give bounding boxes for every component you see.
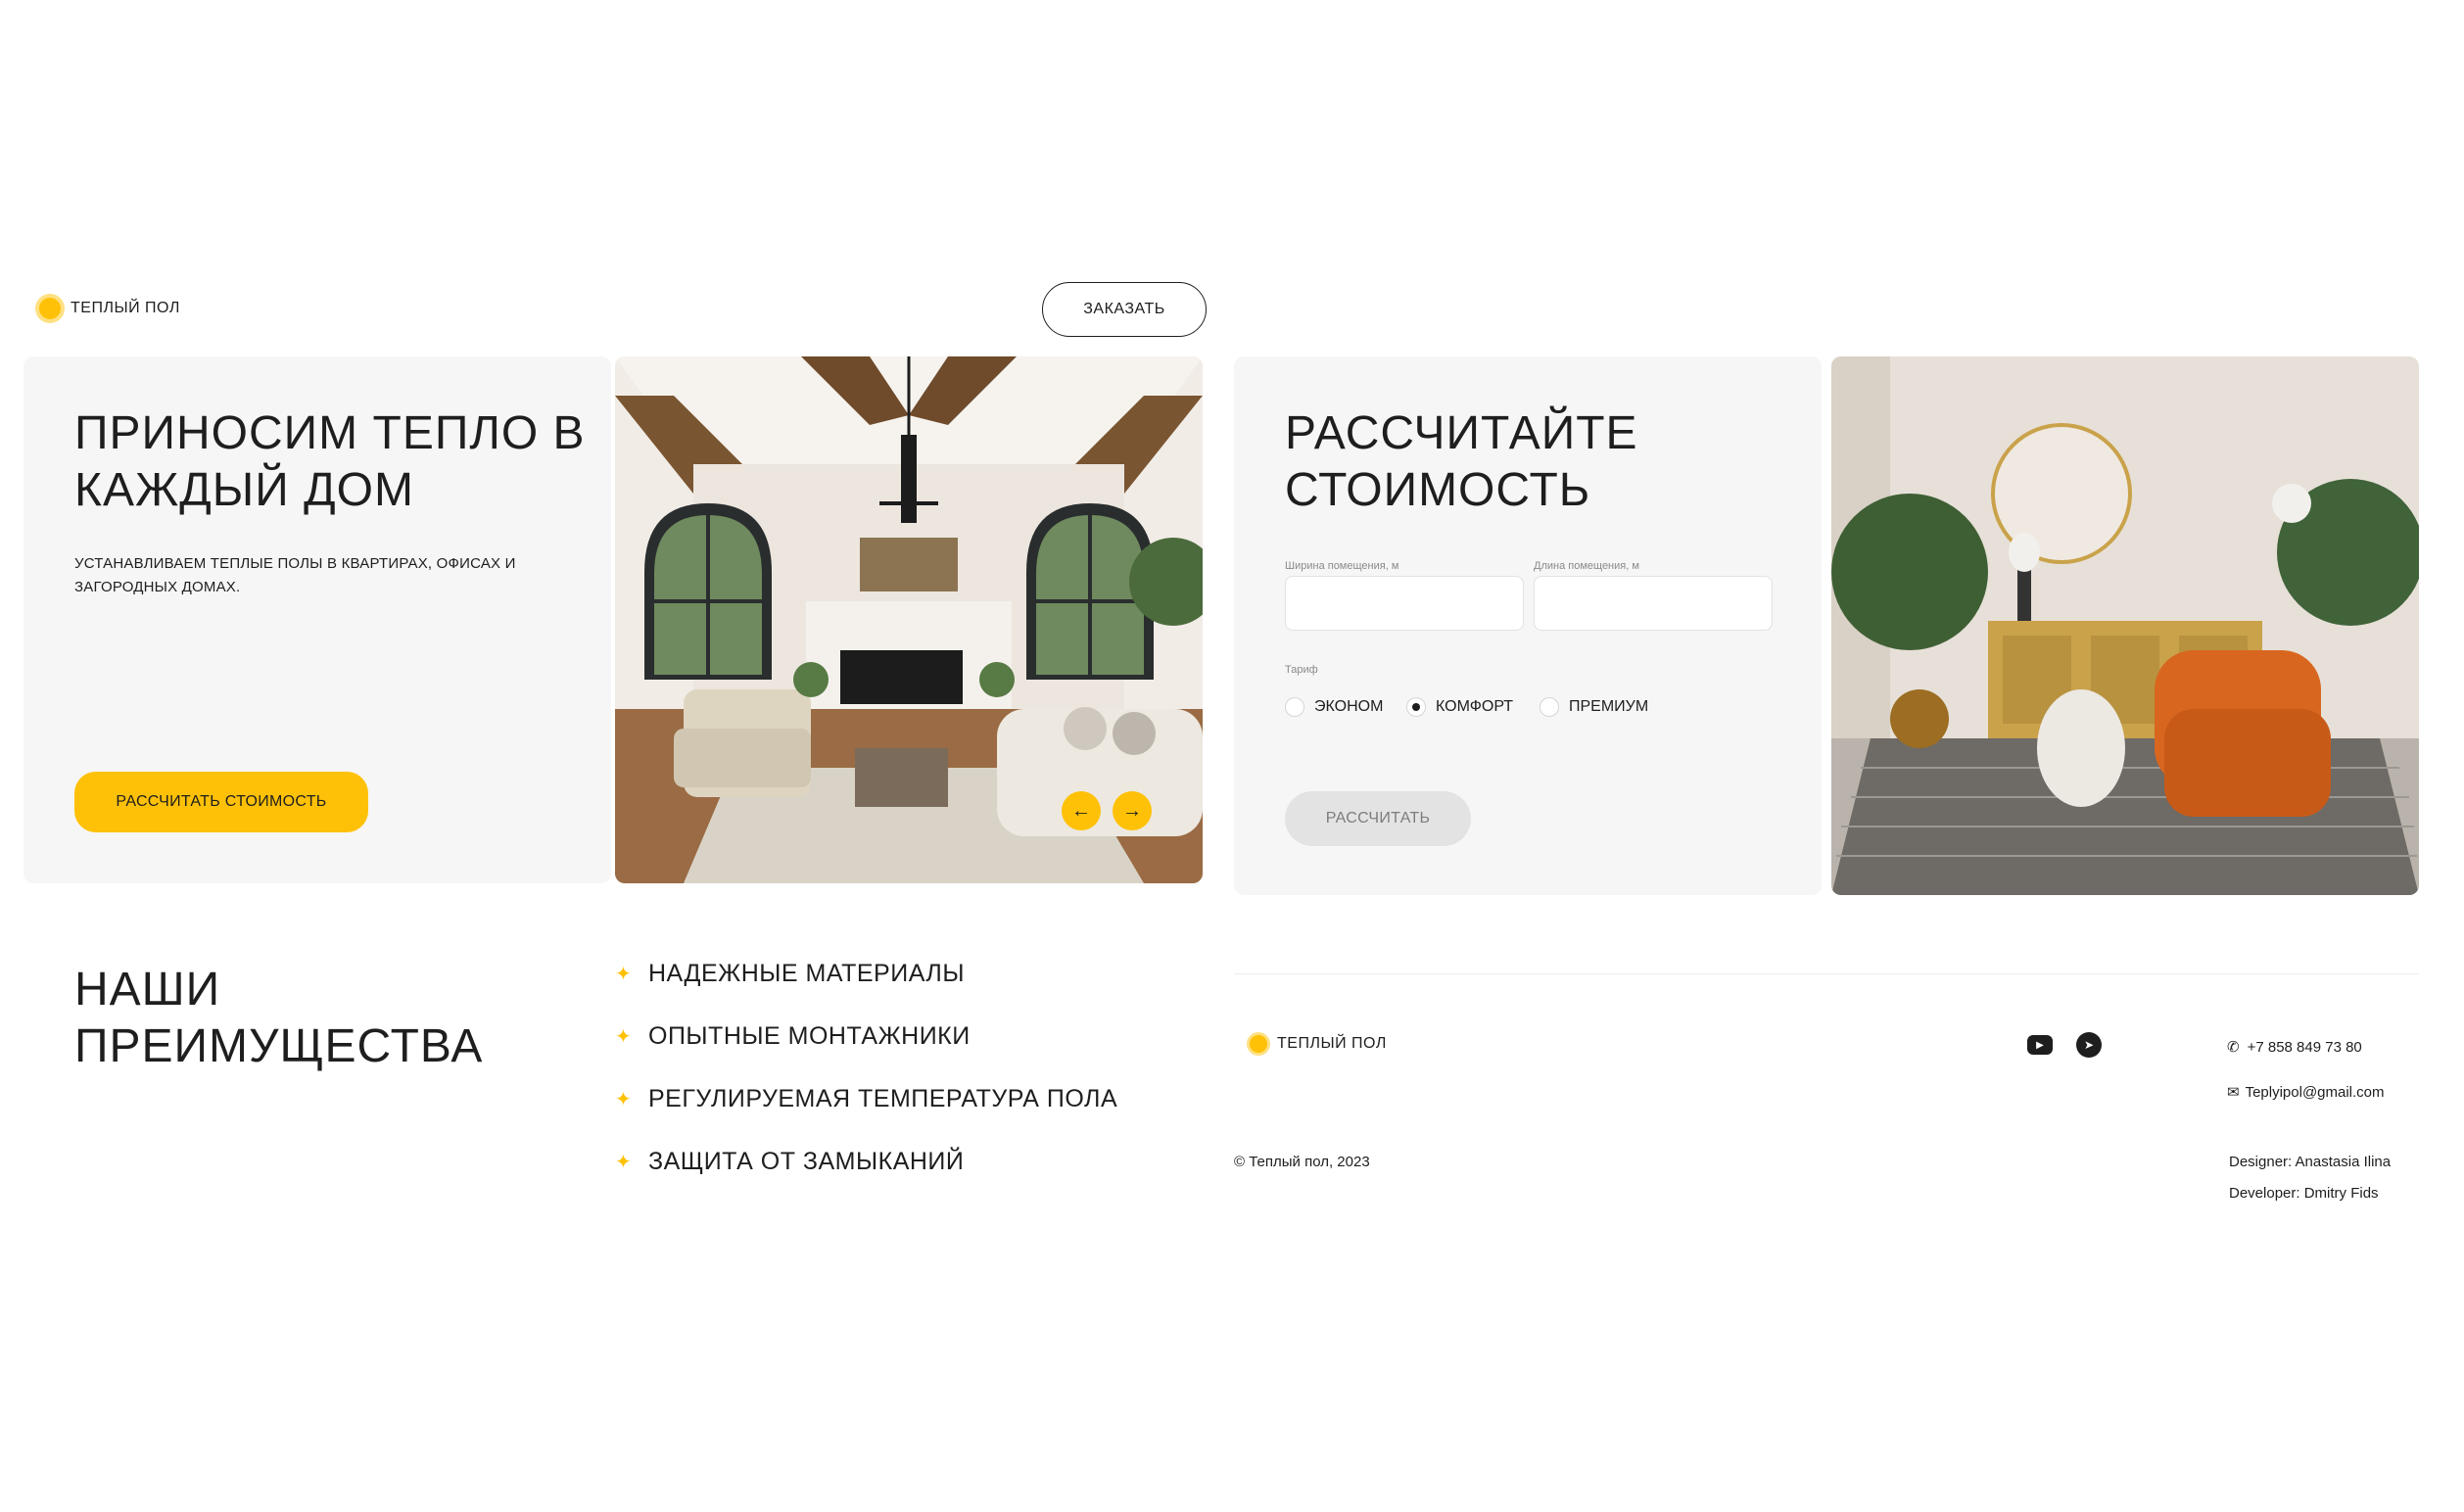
arrow-left-icon: ←: [1071, 799, 1091, 822]
email-text: Teplyipol@gmail.com: [2245, 1083, 2385, 1101]
header-logo-text: ТЕПЛЫЙ ПОЛ: [71, 300, 180, 316]
length-input[interactable]: [1534, 576, 1773, 631]
order-button[interactable]: ЗАКАЗАТЬ: [1042, 282, 1207, 337]
advantages-title: НАШИ ПРЕИМУЩЕСТВА: [74, 964, 484, 1072]
tariff-comfort-label: КОМФОРТ: [1436, 698, 1514, 715]
youtube-icon[interactable]: ▶: [2027, 1035, 2053, 1055]
star-icon: ✦: [615, 1026, 633, 1048]
tariff-premium-label: ПРЕМИУМ: [1569, 698, 1649, 715]
tariff-option-comfort[interactable]: КОМФОРТ: [1406, 697, 1513, 717]
tariff-label: Тариф: [1285, 664, 1318, 676]
radio-econom[interactable]: [1285, 697, 1304, 717]
designer-credit: Designer: Anastasia Ilina: [2229, 1154, 2392, 1170]
star-icon: ✦: [615, 1152, 633, 1173]
footer-logo-text: ТЕПЛЫЙ ПОЛ: [1277, 1035, 1387, 1052]
telegram-icon[interactable]: ➤: [2076, 1032, 2102, 1058]
radio-comfort[interactable]: [1406, 697, 1426, 717]
mail-icon: ✉: [2227, 1084, 2240, 1101]
star-icon: ✦: [615, 1089, 633, 1110]
advantage-label: ОПЫТНЫЕ МОНТАЖНИКИ: [648, 1022, 971, 1050]
tariff-option-premium[interactable]: ПРЕМИУМ: [1540, 697, 1648, 717]
advantage-item: ✦ ОПЫТНЫЕ МОНТАЖНИКИ: [615, 1022, 971, 1051]
width-label: Ширина помещения, м: [1285, 560, 1399, 572]
hero-card: ПРИНОСИМ ТЕПЛО В КАЖДЫЙ ДОМ УСТАНАВЛИВАЕ…: [24, 356, 611, 883]
length-label: Длина помещения, м: [1534, 560, 1639, 572]
advantage-item: ✦ РЕГУЛИРУЕМАЯ ТЕМПЕРАТУРА ПОЛА: [615, 1085, 1117, 1113]
width-input[interactable]: [1285, 576, 1524, 631]
calculator-card: РАССЧИТАЙТЕ СТОИМОСТЬ Ширина помещения, …: [1234, 356, 1822, 895]
advantage-label: РЕГУЛИРУЕМАЯ ТЕМПЕРАТУРА ПОЛА: [648, 1085, 1118, 1112]
calculate-button[interactable]: РАССЧИТАТЬ: [1285, 791, 1471, 846]
next-slide-button[interactable]: →: [1113, 791, 1152, 830]
sun-icon: [1250, 1035, 1267, 1053]
orange-armchair-room-image: [1831, 356, 2419, 895]
footer-divider: [1234, 973, 2419, 974]
calculator-title: РАССЧИТАЙТЕ СТОИМОСТЬ: [1285, 407, 1638, 516]
calculate-cost-button[interactable]: РАССЧИТАТЬ СТОИМОСТЬ: [74, 772, 368, 832]
copyright: © Теплый пол, 2023: [1234, 1154, 1370, 1170]
advantage-item: ✦ ЗАЩИТА ОТ ЗАМЫКАНИЙ: [615, 1148, 964, 1176]
advantage-item: ✦ НАДЕЖНЫЕ МАТЕРИАЛЫ: [615, 960, 965, 988]
header-logo[interactable]: ТЕПЛЫЙ ПОЛ: [39, 298, 180, 319]
hero-subtitle: УСТАНАВЛИВАЕМ ТЕПЛЫЕ ПОЛЫ В КВАРТИРАХ, О…: [74, 555, 516, 595]
advantage-label: ЗАЩИТА ОТ ЗАМЫКАНИЙ: [648, 1148, 965, 1175]
arrow-right-icon: →: [1122, 799, 1142, 822]
developer-credit: Developer: Dmitry Fids: [2229, 1185, 2379, 1202]
tariff-option-econom[interactable]: ЭКОНОМ: [1285, 697, 1383, 717]
footer-phone[interactable]: ✆ +7 858 849 73 80: [2227, 1038, 2362, 1057]
hero-slider-image: ← →: [615, 356, 1203, 883]
tariff-econom-label: ЭКОНОМ: [1314, 698, 1384, 715]
interior-image: [1831, 356, 2419, 895]
prev-slide-button[interactable]: ←: [1062, 791, 1101, 830]
hero-title: ПРИНОСИМ ТЕПЛО В КАЖДЫЙ ДОМ: [74, 407, 586, 516]
sun-icon: [39, 298, 61, 319]
star-icon: ✦: [615, 964, 633, 985]
phone-icon: ✆: [2227, 1039, 2240, 1056]
radio-premium[interactable]: [1540, 697, 1559, 717]
phone-text: +7 858 849 73 80: [2247, 1038, 2362, 1056]
advantage-label: НАДЕЖНЫЕ МАТЕРИАЛЫ: [648, 960, 965, 987]
footer-logo[interactable]: ТЕПЛЫЙ ПОЛ: [1250, 1035, 1387, 1053]
footer-email[interactable]: ✉ Teplyipol@gmail.com: [2227, 1083, 2385, 1102]
